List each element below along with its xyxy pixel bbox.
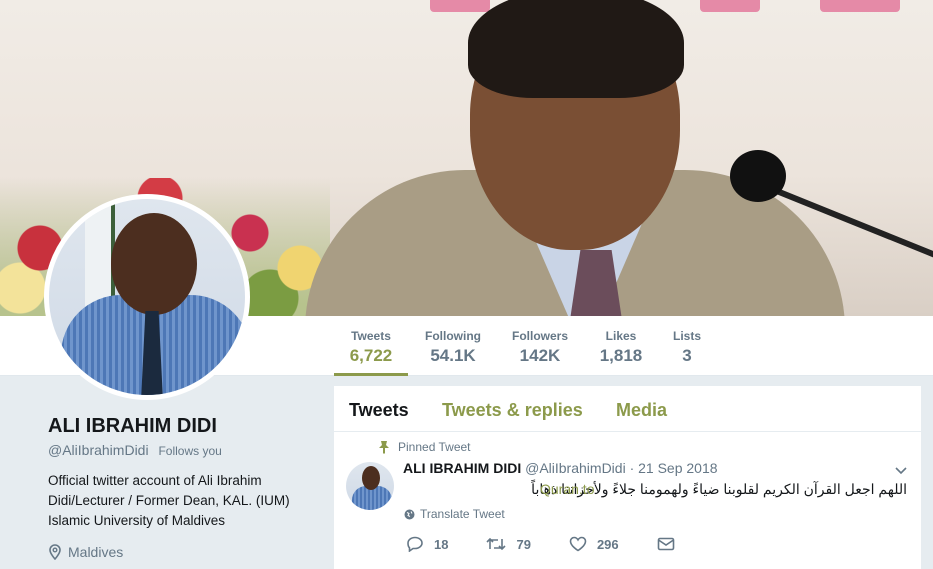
tweet-author[interactable]: ALI IBRAHIM DIDI — [403, 460, 521, 476]
stat-tweets[interactable]: Tweets 6,722 — [334, 316, 408, 376]
tweet-avatar-face — [362, 466, 380, 490]
avatar-face — [111, 213, 197, 315]
stat-value: 6,722 — [349, 346, 393, 365]
stat-likes[interactable]: Likes 1,818 — [592, 316, 650, 376]
tweet-link[interactable]: Quran.to — [540, 481, 594, 497]
profile-bio: Official twitter account of Ali Ibrahim … — [48, 473, 290, 528]
profile-location: Maldives — [48, 544, 123, 560]
direct-message-button[interactable] — [657, 537, 685, 551]
stat-value: 54.1K — [430, 346, 476, 365]
stat-label: Following — [425, 329, 481, 343]
timeline-tabs: Tweets Tweets & replies Media — [334, 386, 921, 432]
tab-tweets-replies[interactable]: Tweets & replies — [442, 400, 583, 421]
banner-sign — [820, 0, 900, 12]
tweet-actions: 18 79 296 — [406, 536, 723, 552]
reply-icon — [407, 536, 423, 552]
like-button[interactable]: 296 — [569, 536, 619, 552]
banner-hair — [468, 0, 684, 98]
follows-you-badge: Follows you — [158, 444, 222, 458]
profile-handle-row: @AliIbrahimDidi Follows you — [48, 442, 222, 458]
pinned-tweet-label: Pinned Tweet — [378, 440, 471, 454]
tweet-header: ALI IBRAHIM DIDI @AliIbrahimDidi · 21 Se… — [403, 460, 718, 476]
tab-tweets[interactable]: Tweets — [349, 400, 409, 421]
stat-label: Likes — [605, 329, 637, 343]
globe-icon — [404, 509, 415, 519]
banner-sign — [700, 0, 760, 12]
chevron-down-icon[interactable] — [895, 464, 907, 478]
stat-value: 142K — [519, 346, 561, 365]
like-icon — [569, 536, 587, 552]
reply-button[interactable]: 18 — [406, 536, 448, 552]
translate-tweet[interactable]: Translate Tweet — [404, 507, 505, 521]
translate-label: Translate Tweet — [420, 507, 505, 521]
message-icon — [657, 537, 674, 551]
stat-followers[interactable]: Followers 142K — [505, 316, 575, 376]
stat-lists[interactable]: Lists 3 — [668, 316, 706, 376]
retweet-count: 79 — [516, 536, 531, 552]
timeline: Tweets Tweets & replies Media Pinned Twe… — [334, 386, 921, 569]
tweet-date[interactable]: · 21 Sep 2018 — [630, 460, 718, 476]
profile-avatar[interactable] — [44, 194, 250, 400]
pinned-text: Pinned Tweet — [398, 440, 471, 454]
stat-value: 1,818 — [599, 346, 643, 365]
tweet-avatar[interactable] — [346, 462, 394, 510]
retweet-icon — [486, 537, 507, 551]
tab-media[interactable]: Media — [616, 400, 667, 421]
reply-count: 18 — [434, 536, 449, 552]
stat-value: 3 — [682, 346, 692, 365]
tweet-handle[interactable]: @AliIbrahimDidi — [525, 460, 626, 476]
stat-label: Tweets — [351, 329, 391, 343]
like-count: 296 — [596, 536, 619, 552]
banner-sign — [430, 0, 490, 12]
pin-icon — [379, 441, 389, 454]
stat-label: Followers — [511, 329, 568, 343]
stat-label: Lists — [672, 329, 701, 343]
stat-following[interactable]: Following 54.1K — [418, 316, 488, 376]
retweet-button[interactable]: 79 — [486, 536, 531, 552]
location-icon — [49, 544, 61, 560]
banner-microphone — [730, 150, 786, 202]
location-text: Maldives — [68, 544, 124, 560]
profile-handle[interactable]: @AliIbrahimDidi — [48, 442, 149, 458]
profile-name[interactable]: ALI IBRAHIM DIDI — [48, 415, 217, 438]
